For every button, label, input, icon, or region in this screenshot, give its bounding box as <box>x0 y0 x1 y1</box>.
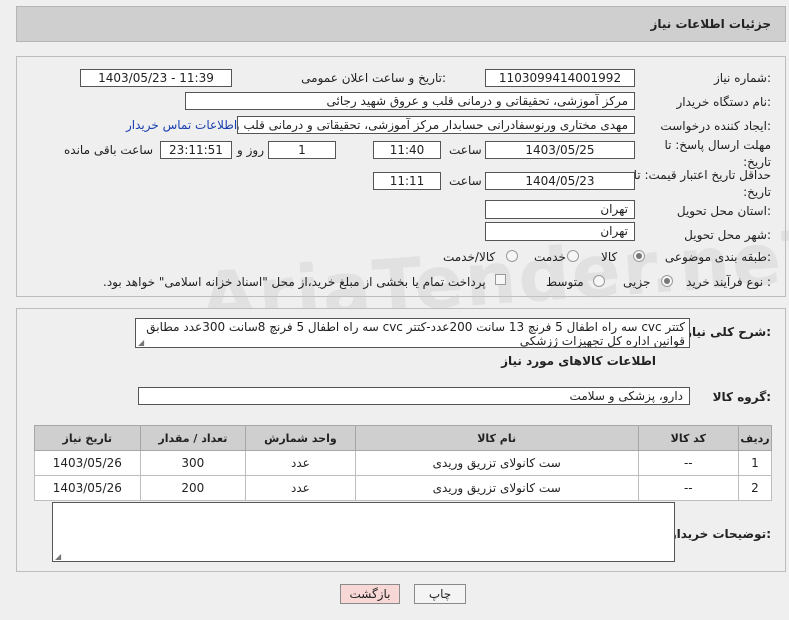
buyer-notes-field[interactable] <box>52 502 675 562</box>
process-label: نوع فرآیند خرید : <box>686 275 771 289</box>
cell-date: 1403/05/26 <box>34 475 141 501</box>
radio-minor[interactable] <box>661 275 673 287</box>
back-button[interactable]: بازگشت <box>340 584 400 604</box>
goods-info-title: اطلاعات کالاهای مورد نیاز <box>501 354 656 368</box>
resize-handle-icon[interactable]: ◢ <box>138 338 146 347</box>
col-qty: تعداد / مقدار <box>139 425 247 451</box>
buyer-notes-label: توضیحات خریدار: <box>669 527 771 541</box>
radio-goods-service[interactable] <box>506 250 518 262</box>
table-header-row: ردیف کد کالا نام کالا واحد شمارش تعداد /… <box>34 425 772 451</box>
cell-unit: عدد <box>245 450 356 476</box>
radio-service-label: خدمت <box>534 250 566 264</box>
cell-row: 1 <box>738 450 772 476</box>
deadline-label: مهلت ارسال پاسخ: تا تاریخ: <box>664 138 771 169</box>
table-row: 2 -- ست کانولای تزریق وریدی عدد 200 1403… <box>34 475 772 501</box>
cell-name: ست کانولای تزریق وریدی <box>354 450 639 476</box>
announce-label: تاریخ و ساعت اعلان عمومی: <box>301 71 446 85</box>
province-label: استان محل تحویل: <box>676 204 771 218</box>
col-row: ردیف <box>738 425 772 451</box>
buyer-org-label: نام دستگاه خریدار: <box>676 95 772 109</box>
cell-row: 2 <box>738 475 772 501</box>
radio-minor-label: جزیی <box>623 275 651 289</box>
description-field: کتتر cvc سه راه اطفال 5 فرنچ 13 سانت 200… <box>135 318 690 348</box>
province-field: تهران <box>485 200 635 219</box>
cell-qty: 300 <box>139 450 247 476</box>
deadline-time-field: 11:40 <box>373 141 441 159</box>
cell-qty: 200 <box>139 475 247 501</box>
remaining-time-field: 23:11:51 <box>160 141 232 159</box>
radio-goods-service-label: کالا/خدمت <box>443 250 496 264</box>
table-row: 1 -- ست کانولای تزریق وریدی عدد 300 1403… <box>34 450 772 476</box>
page-title: جزئیات اطلاعات نیاز <box>650 17 771 31</box>
description-label: شرح کلی نیاز: <box>685 325 771 339</box>
category-label: طبقه بندی موضوعی: <box>664 250 771 264</box>
price-valid-label: حداقل تاریخ اعتبار قیمت: تا تاریخ: <box>633 168 771 199</box>
announce-field: 1403/05/23 - 11:39 <box>80 69 232 87</box>
contact-buyer-link[interactable]: اطلاعات تماس خریدار <box>126 118 237 132</box>
radio-medium[interactable] <box>593 275 605 287</box>
cell-name: ست کانولای تزریق وریدی <box>354 475 639 501</box>
payment-note: پرداخت تمام یا بخشی از مبلغ خرید،از محل … <box>103 275 486 289</box>
price-valid-date-field: 1404/05/23 <box>485 172 635 190</box>
panel-header: جزئیات اطلاعات نیاز <box>16 6 786 42</box>
cell-code: -- <box>637 475 740 501</box>
remaining-label: ساعت باقی مانده <box>64 143 154 157</box>
days-field: 1 <box>268 141 336 159</box>
deadline-time-word: ساعت <box>449 143 482 157</box>
cell-code: -- <box>637 450 740 476</box>
col-code: کد کالا <box>637 425 740 451</box>
deadline-date-field: 1403/05/25 <box>485 141 635 159</box>
buyer-org-field: مرکز آموزشی، تحقیقاتی و درمانی قلب و عرو… <box>185 92 635 110</box>
print-button[interactable]: چاپ <box>414 584 466 604</box>
col-date: تاریخ نیاز <box>34 425 141 451</box>
treasury-payment-checkbox[interactable] <box>495 274 506 285</box>
requester-field: مهدی مختاری ورنوسفادرانی حسابدار مرکز آم… <box>237 116 635 134</box>
cell-unit: عدد <box>245 475 356 501</box>
price-valid-time-word: ساعت <box>449 174 482 188</box>
radio-goods-label: کالا <box>601 250 618 264</box>
price-valid-time-field: 11:11 <box>373 172 441 190</box>
radio-medium-label: متوسط <box>546 275 584 289</box>
col-name: نام کالا <box>354 425 639 451</box>
need-number-field: 1103099414001992 <box>485 69 635 87</box>
goods-table: ردیف کد کالا نام کالا واحد شمارش تعداد /… <box>34 425 772 501</box>
radio-service[interactable] <box>567 250 579 262</box>
city-field: تهران <box>485 222 635 241</box>
goods-group-field: دارو، پزشکی و سلامت <box>138 387 690 405</box>
days-word: روز و <box>237 143 264 157</box>
need-number-label: شماره نیاز: <box>713 71 771 85</box>
radio-goods[interactable] <box>633 250 645 262</box>
city-label: شهر محل تحویل: <box>684 228 771 242</box>
goods-group-label: گروه کالا: <box>712 390 771 404</box>
col-unit: واحد شمارش <box>245 425 356 451</box>
cell-date: 1403/05/26 <box>34 450 141 476</box>
resize-handle-icon[interactable]: ◢ <box>55 552 63 561</box>
requester-label: ایجاد کننده درخواست: <box>660 119 771 133</box>
